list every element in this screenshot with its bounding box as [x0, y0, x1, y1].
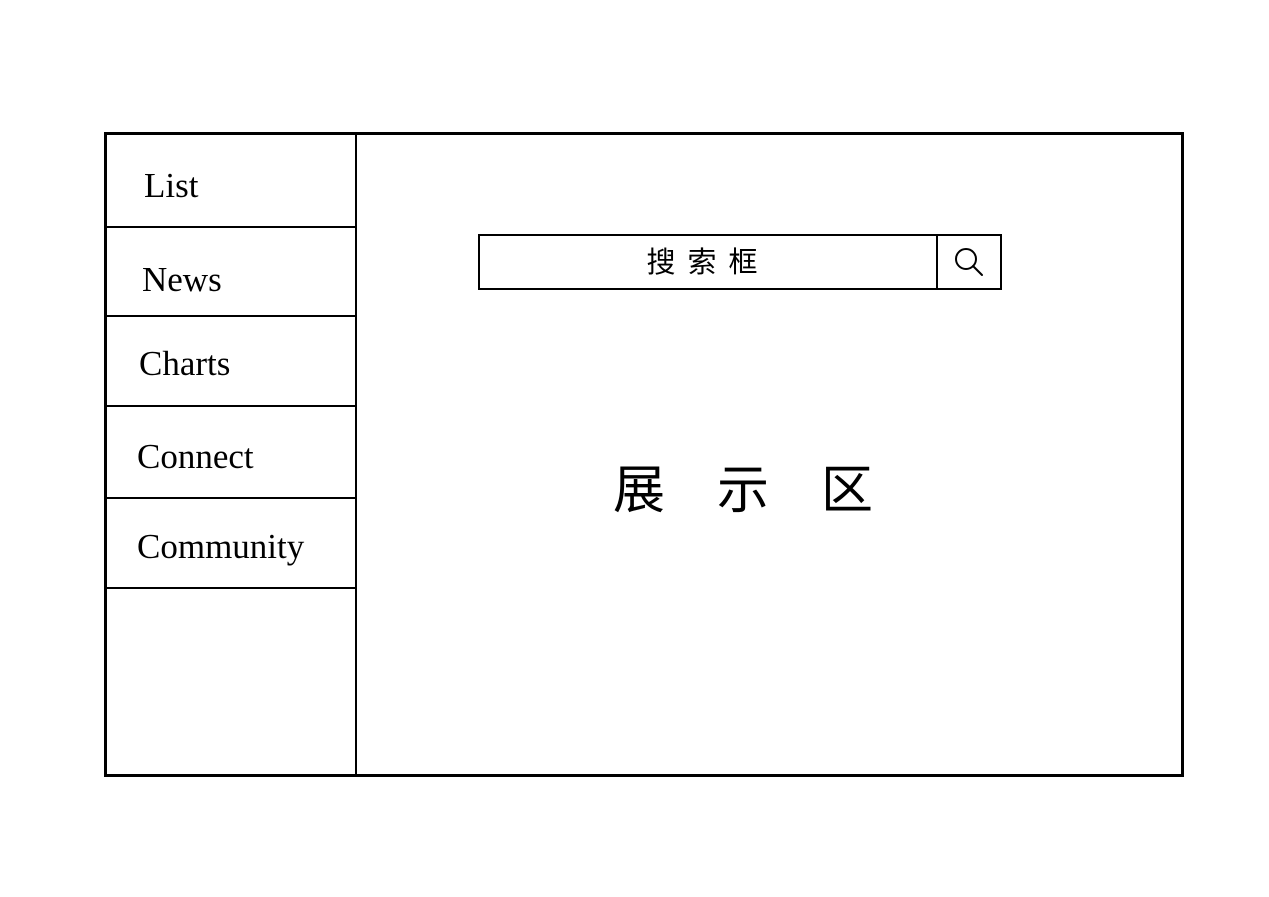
sidebar-empty-space [107, 589, 355, 774]
sidebar-item-label: Community [137, 527, 305, 566]
main-content: 展示区 [357, 135, 1181, 774]
sidebar-item-list[interactable]: List [107, 135, 355, 228]
search-icon [955, 248, 983, 276]
sidebar-item-label: Connect [137, 437, 254, 476]
sidebar-item-label: News [142, 260, 222, 299]
sidebar-item-label: Charts [139, 344, 231, 383]
sidebar-item-charts[interactable]: Charts [107, 317, 355, 407]
sidebar-item-community[interactable]: Community [107, 499, 355, 589]
search-bar [478, 234, 1002, 290]
sidebar-item-connect[interactable]: Connect [107, 407, 355, 499]
app-window: List News Charts Connect Community 展示区 [104, 132, 1184, 777]
sidebar-item-label: List [144, 166, 199, 205]
search-input[interactable] [480, 236, 938, 288]
sidebar-item-news[interactable]: News [107, 228, 355, 317]
display-area-label: 展示区 [612, 461, 925, 521]
sidebar: List News Charts Connect Community [107, 135, 357, 774]
search-button[interactable] [938, 236, 1000, 288]
